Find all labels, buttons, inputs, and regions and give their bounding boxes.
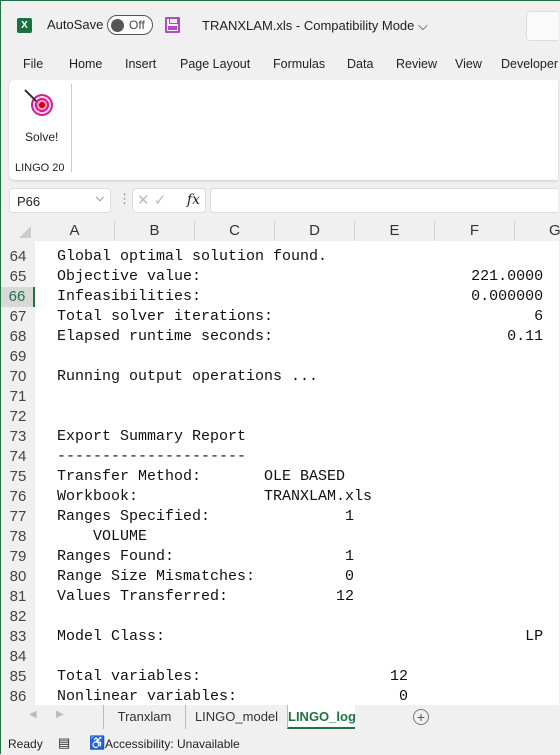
macro-recording-icon[interactable]: ▤ <box>58 735 70 751</box>
row-header[interactable]: 66 <box>1 287 35 307</box>
row-header[interactable]: 70 <box>1 367 35 387</box>
row-header[interactable]: 79 <box>1 547 35 567</box>
tab-page-layout[interactable]: Page Layout <box>180 57 250 71</box>
scroll-right-icon[interactable]: ▶ <box>56 709 64 720</box>
row-header[interactable]: 67 <box>1 307 35 327</box>
name-box-value: P66 <box>17 194 41 209</box>
column-header[interactable]: E <box>355 221 435 241</box>
row-header[interactable]: 75 <box>1 467 35 487</box>
row-header[interactable]: 76 <box>1 487 35 507</box>
row-header[interactable]: 78 <box>1 527 35 547</box>
save-icon[interactable] <box>165 17 180 33</box>
row-headers: 6364656667686970717273747576777879808182… <box>1 241 35 705</box>
column-header[interactable]: F <box>435 221 515 241</box>
row-header[interactable]: 84 <box>1 647 35 667</box>
accessibility-status[interactable]: Accessibility: Unavailable <box>105 737 240 751</box>
log-line[interactable]: Total solver iterations: 6 <box>57 307 543 327</box>
row-header[interactable]: 81 <box>1 587 35 607</box>
drag-handle-icon[interactable]: ⋮ <box>118 191 131 207</box>
row-header[interactable]: 82 <box>1 607 35 627</box>
title-bar: X AutoSave Off TRANXLAM.xls - Compatibil… <box>1 1 559 49</box>
solve-label: Solve! <box>25 130 59 144</box>
sheet-tab-bar: ◀ ▶ Tranxlam LINGO_model LINGO_log + <box>1 705 559 729</box>
log-line[interactable]: Total variables: 12 <box>57 667 408 687</box>
log-line[interactable]: Export Summary Report <box>57 427 246 447</box>
chevron-down-icon[interactable]: ⌵ <box>96 192 104 205</box>
row-header[interactable]: 80 <box>1 567 35 587</box>
sheet-tab-tranxlam[interactable]: Tranxlam <box>103 705 185 729</box>
column-header[interactable]: B <box>115 221 195 241</box>
row-header[interactable]: 74 <box>1 447 35 467</box>
sheet-tab-lingo-model[interactable]: LINGO_model <box>185 705 287 729</box>
solve-button[interactable]: Solve! <box>19 88 63 144</box>
cancel-icon[interactable]: ✕ <box>137 192 150 209</box>
log-line[interactable]: Model Class: LP <box>57 627 543 647</box>
sheet-tab-lingo-log[interactable]: LINGO_log <box>287 705 356 729</box>
accessibility-icon: ♿ <box>89 735 106 750</box>
row-header[interactable]: 73 <box>1 427 35 447</box>
log-line[interactable]: --------------------- <box>57 447 246 467</box>
row-header[interactable]: 69 <box>1 347 35 367</box>
tab-data[interactable]: Data <box>347 57 373 71</box>
row-header[interactable]: 86 <box>1 687 35 705</box>
log-line[interactable]: Elapsed runtime seconds: 0.11 <box>57 327 543 347</box>
log-line[interactable]: Objective value: 221.0000 <box>57 267 543 287</box>
insert-function-button[interactable]: fx <box>187 192 200 208</box>
tab-view[interactable]: View <box>455 57 482 71</box>
row-header[interactable]: 64 <box>1 247 35 267</box>
formula-input[interactable] <box>210 188 558 213</box>
tab-file[interactable]: File <box>23 57 43 71</box>
row-header[interactable]: 65 <box>1 267 35 287</box>
autosave-state: Off <box>129 18 145 32</box>
excel-icon: X <box>17 18 32 33</box>
row-header[interactable]: 72 <box>1 407 35 427</box>
log-line[interactable]: Running output operations ... <box>57 367 318 387</box>
tab-developer[interactable]: Developer <box>501 57 558 71</box>
name-box[interactable]: P66 ⌵ <box>9 188 111 213</box>
scroll-left-icon[interactable]: ◀ <box>29 709 37 720</box>
column-header[interactable]: C <box>195 221 275 241</box>
autosave-label: AutoSave <box>47 17 104 32</box>
document-title[interactable]: TRANXLAM.xls - Compatibility Mode ⌵ <box>202 18 428 34</box>
ribbon-group-label: LINGO 20 <box>15 162 65 174</box>
status-bar: Ready ▤ ♿ Accessibility: Unavailable <box>1 731 559 755</box>
tab-formulas[interactable]: Formulas <box>273 57 325 71</box>
column-header[interactable]: G <box>515 221 560 241</box>
log-line[interactable]: Ranges Specified: 1 <box>57 507 354 527</box>
tab-insert[interactable]: Insert <box>125 57 156 71</box>
log-line[interactable]: Workbook: TRANXLAM.xls <box>57 487 372 507</box>
ribbon-divider <box>71 84 72 172</box>
ribbon: Solve! LINGO 20 <box>9 80 558 180</box>
status-ready: Ready <box>8 737 43 751</box>
tab-review[interactable]: Review <box>396 57 437 71</box>
ribbon-tabs: File Home Insert Page Layout Formulas Da… <box>1 53 559 77</box>
add-sheet-button[interactable]: + <box>413 709 429 725</box>
log-line[interactable]: Ranges Found: 1 <box>57 547 354 567</box>
column-header[interactable]: A <box>35 221 115 241</box>
log-line[interactable]: Transfer Method: OLE BASED <box>57 467 345 487</box>
log-line[interactable]: Infeasibilities: 0.000000 <box>57 287 543 307</box>
worksheet-grid[interactable]: Global optimal solution found. Objective … <box>35 241 559 705</box>
row-header[interactable]: 71 <box>1 387 35 407</box>
log-line[interactable]: Global optimal solution found. <box>57 247 327 267</box>
select-all-button[interactable] <box>1 221 35 241</box>
tab-home[interactable]: Home <box>69 57 102 71</box>
log-line[interactable]: Nonlinear variables: 0 <box>57 687 408 705</box>
search-box[interactable] <box>526 11 558 41</box>
column-headers: A B C D E F G <box>1 221 560 241</box>
formula-buttons: ✕ ✓ fx <box>132 188 206 213</box>
log-line[interactable]: VOLUME <box>57 527 147 547</box>
row-header[interactable]: 68 <box>1 327 35 347</box>
enter-icon[interactable]: ✓ <box>154 192 167 209</box>
log-line[interactable]: Values Transferred: 12 <box>57 587 354 607</box>
row-header[interactable]: 83 <box>1 627 35 647</box>
autosave-toggle[interactable]: Off <box>107 15 153 35</box>
log-line[interactable]: Range Size Mismatches: 0 <box>57 567 354 587</box>
column-header[interactable]: D <box>275 221 355 241</box>
row-header[interactable]: 77 <box>1 507 35 527</box>
row-header[interactable]: 85 <box>1 667 35 687</box>
